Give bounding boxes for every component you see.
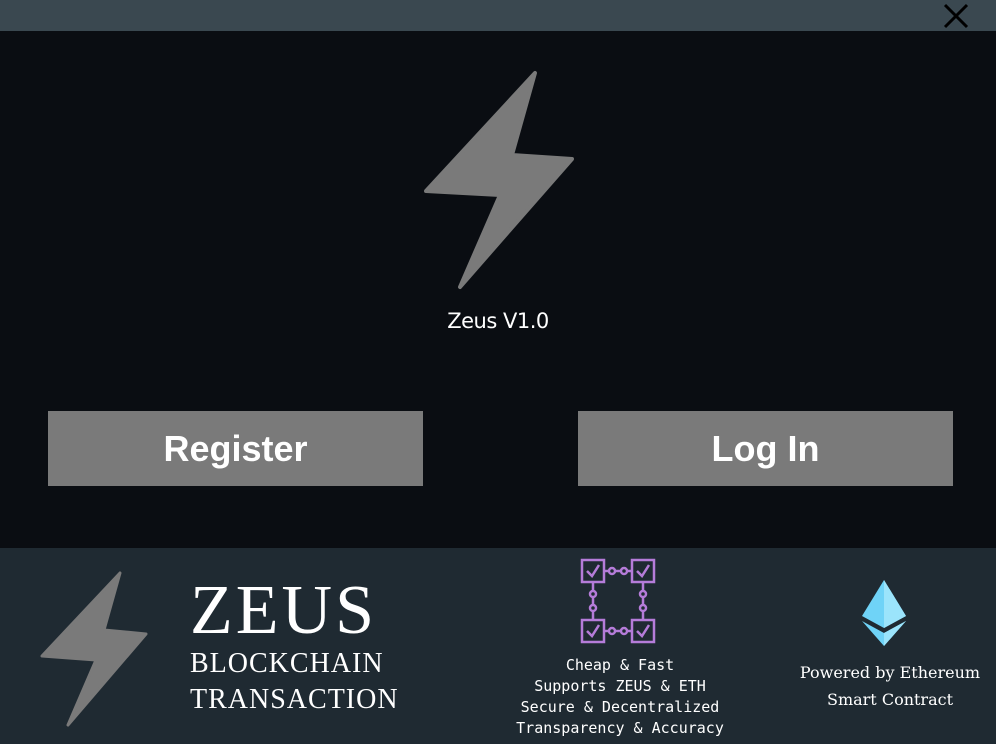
title-bar <box>0 0 996 31</box>
close-button[interactable] <box>942 2 970 30</box>
brand-name: ZEUS <box>190 572 377 649</box>
feature-item: Transparency & Accuracy <box>516 719 724 737</box>
main-panel: Zeus V1.0 Register Log In <box>0 31 996 548</box>
feature-item: Cheap & Fast <box>565 656 675 674</box>
footer-banner: ZEUS BLOCKCHAIN TRANSACTION Cheap & Fast… <box>0 548 996 744</box>
powered-by-line1: Powered by Ethereum <box>799 663 981 682</box>
register-button[interactable]: Register <box>48 411 423 486</box>
lightning-bolt-icon <box>38 570 148 735</box>
blockchain-icon <box>578 556 662 655</box>
ethereum-icon <box>860 578 908 653</box>
features-list: Cheap & Fast Supports ZEUS & ETH Secure … <box>500 655 740 739</box>
feature-item: Supports ZEUS & ETH <box>534 677 706 695</box>
feature-item: Secure & Decentralized <box>520 698 720 716</box>
login-button[interactable]: Log In <box>578 411 953 486</box>
app-version-label: Zeus V1.0 <box>447 309 549 333</box>
powered-by-line2: Smart Contract <box>826 690 954 709</box>
powered-by-text: Powered by Ethereum Smart Contract <box>790 659 990 713</box>
lightning-bolt-icon <box>420 69 580 299</box>
brand-subtitle-line1: BLOCKCHAIN <box>190 648 384 679</box>
close-icon <box>943 3 969 29</box>
brand-subtitle-line2: TRANSACTION <box>190 684 399 715</box>
